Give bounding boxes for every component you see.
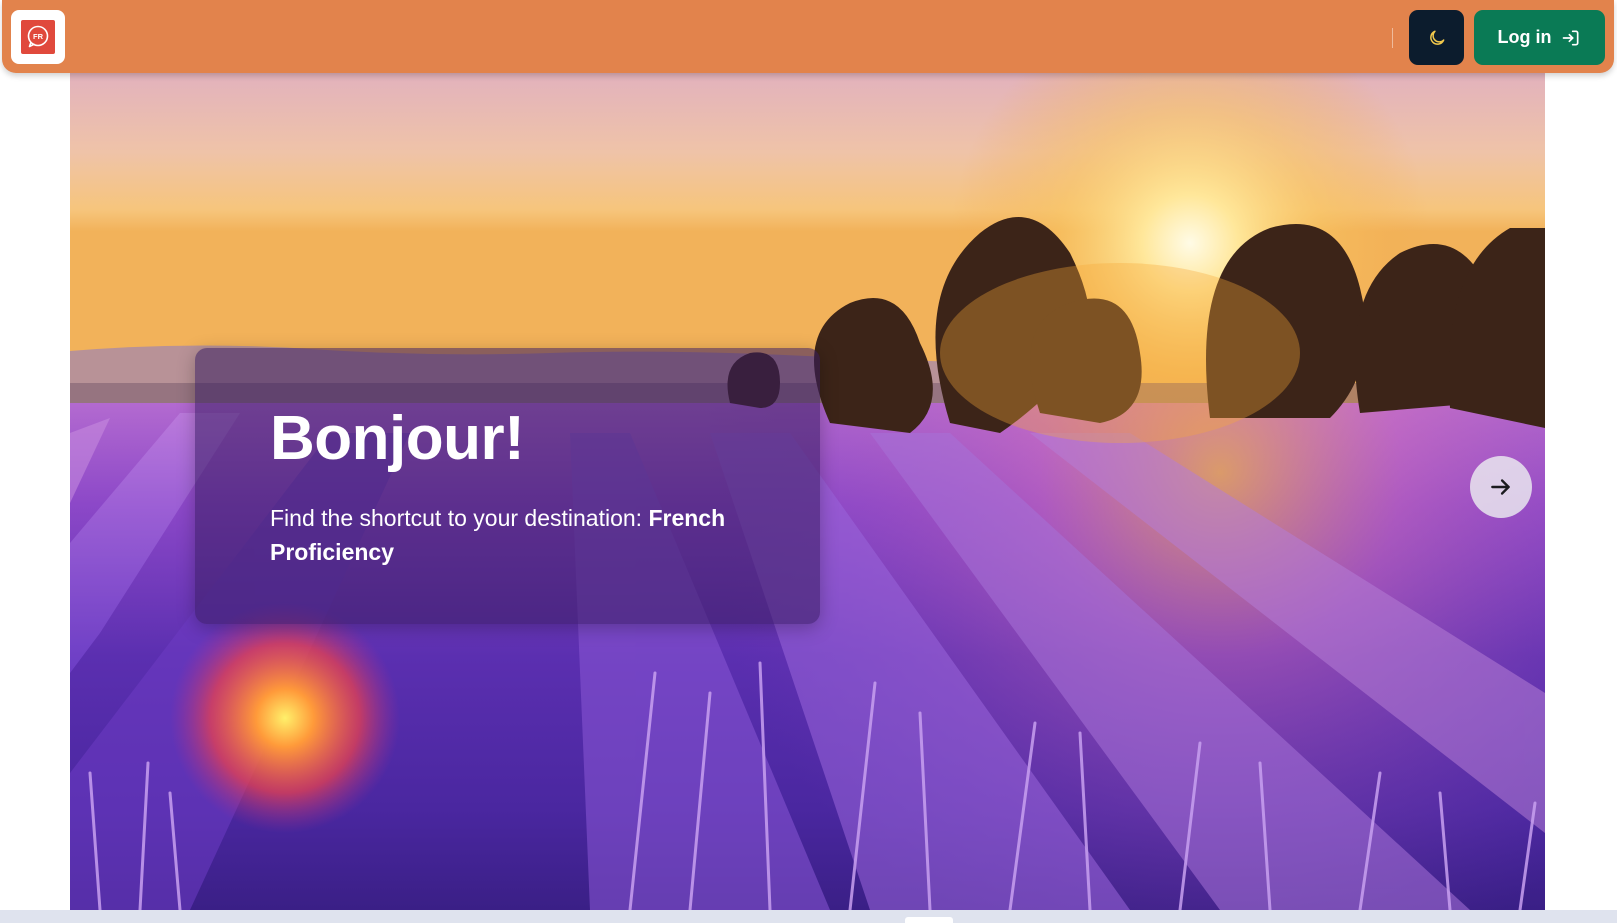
welcome-title: Bonjour! (270, 404, 525, 473)
login-button-label: Log in (1497, 27, 1552, 47)
page: FR Log in Bonjour! Find the shortcut to … (0, 0, 1617, 923)
login-arrow-icon (1563, 30, 1579, 46)
logo-text: FR (33, 32, 44, 41)
bottom-scroll-strip (0, 910, 1617, 923)
welcome-text: Find the shortcut to your destination: F… (270, 501, 790, 569)
chat-logo-icon: FR (21, 20, 55, 54)
login-button[interactable]: Log in (1474, 10, 1605, 65)
theme-toggle-button[interactable] (1409, 10, 1464, 65)
hero-carousel: Bonjour! Find the shortcut to your desti… (70, 73, 1545, 910)
welcome-text-prefix: Find the shortcut to your destination: (270, 505, 649, 531)
arrow-right-icon (1491, 479, 1510, 495)
moon-icon (1429, 30, 1444, 45)
scroll-handle[interactable] (905, 917, 953, 923)
top-navbar: FR Log in (2, 0, 1614, 73)
welcome-card: Bonjour! Find the shortcut to your desti… (195, 348, 820, 624)
carousel-next-button[interactable] (1470, 456, 1532, 518)
logo[interactable]: FR (11, 10, 65, 64)
navbar-divider (1392, 28, 1393, 48)
